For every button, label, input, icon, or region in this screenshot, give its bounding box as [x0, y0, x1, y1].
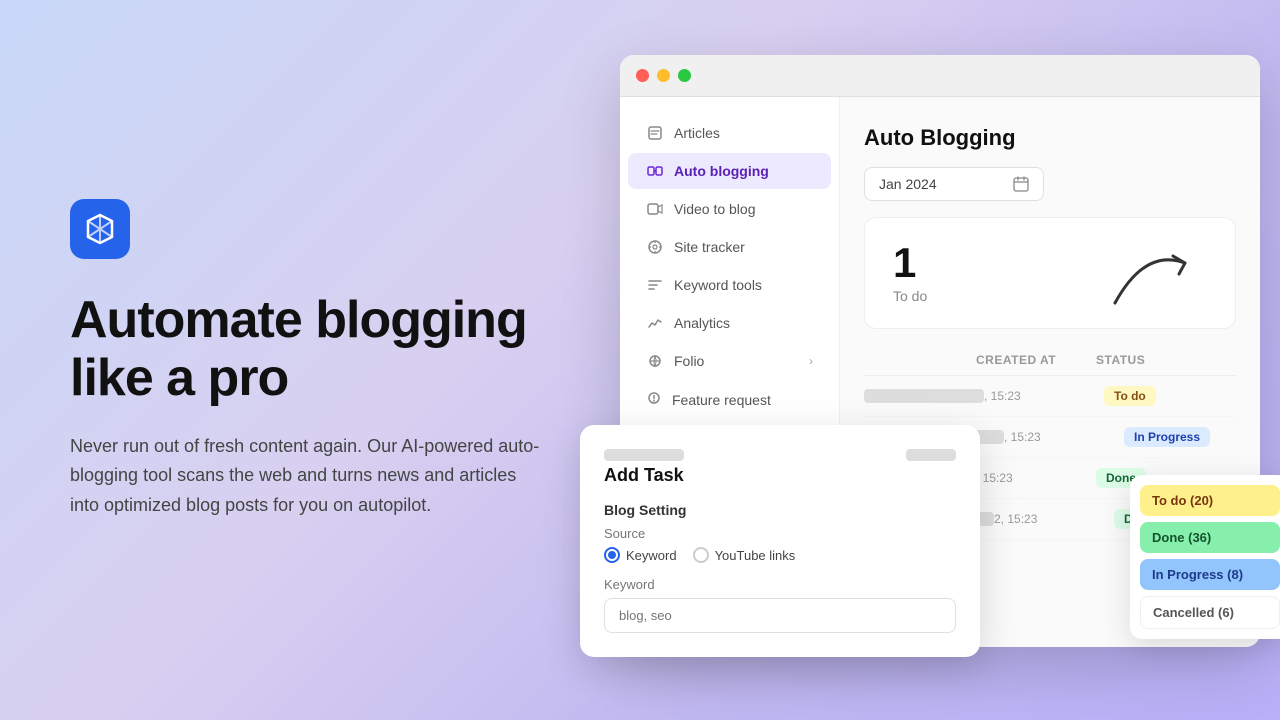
- blog-setting-label: Blog Setting: [604, 502, 956, 518]
- row-created-at: , 15:23: [984, 389, 1104, 403]
- trend-arrow: [1105, 238, 1205, 318]
- articles-icon: [646, 124, 664, 142]
- feature-request-icon: [646, 390, 662, 409]
- sidebar-item-label: Video to blog: [674, 201, 755, 217]
- add-task-title: Add Task: [604, 465, 956, 486]
- sidebar-item-keyword-tools[interactable]: Keyword tools: [628, 267, 831, 303]
- source-label: Source: [604, 526, 956, 541]
- dropdown-label-inprogress: In Progress (8): [1152, 567, 1243, 582]
- sidebar-item-feature-request[interactable]: Feature request: [628, 381, 831, 418]
- dropdown-item-inprogress[interactable]: In Progress (8): [1140, 559, 1280, 590]
- sidebar-item-video-to-blog[interactable]: Video to blog: [628, 191, 831, 227]
- radio-dot-youtube: [693, 547, 709, 563]
- minimize-button[interactable]: [657, 69, 670, 82]
- sidebar-item-label: Keyword tools: [674, 277, 762, 293]
- logo-icon: [82, 211, 118, 247]
- radio-label-youtube: YouTube links: [715, 548, 796, 563]
- close-button[interactable]: [636, 69, 649, 82]
- sidebar-item-label: Auto blogging: [674, 163, 769, 179]
- status-badge: To do: [1104, 386, 1204, 406]
- dropdown-label-todo: To do (20): [1152, 493, 1213, 508]
- analytics-icon: [646, 314, 664, 332]
- row-created-at: , 15:23: [976, 471, 1096, 485]
- sidebar-item-label: Site tracker: [674, 239, 745, 255]
- radio-dot-keyword: [604, 547, 620, 563]
- sidebar-item-analytics[interactable]: Analytics: [628, 305, 831, 341]
- stat-card: 1 To do: [864, 217, 1236, 329]
- page-title: Auto Blogging: [864, 125, 1236, 151]
- calendar-icon: [1013, 176, 1029, 192]
- dropdown-item-done[interactable]: Done (36): [1140, 522, 1280, 553]
- browser-mockup: Articles Auto blogging: [620, 55, 1260, 647]
- app-logo: [70, 199, 130, 259]
- table-header: Created at Status: [864, 345, 1236, 376]
- sidebar-item-folio[interactable]: Folio ›: [628, 343, 831, 379]
- site-tracker-icon: [646, 238, 664, 256]
- radio-youtube[interactable]: YouTube links: [693, 547, 796, 563]
- dropdown-item-todo[interactable]: To do (20): [1140, 485, 1280, 516]
- dropdown-label-done: Done (36): [1152, 530, 1211, 545]
- dropdown-label-cancelled: Cancelled (6): [1153, 605, 1234, 620]
- sidebar-item-site-tracker[interactable]: Site tracker: [628, 229, 831, 265]
- video-icon: [646, 200, 664, 218]
- date-picker[interactable]: Jan 2024: [864, 167, 1044, 201]
- keyword-input[interactable]: [604, 598, 956, 633]
- feature-request-label: Feature request: [672, 392, 771, 408]
- row-created-at: 2, 15:23: [994, 512, 1114, 526]
- keyword-icon: [646, 276, 664, 294]
- auto-blogging-icon: [646, 162, 664, 180]
- keyword-label: Keyword: [604, 577, 956, 592]
- sidebar-item-label: Articles: [674, 125, 720, 141]
- chevron-right-icon: ›: [809, 354, 813, 368]
- sidebar-item-articles[interactable]: Articles: [628, 115, 831, 151]
- source-radio-group: Keyword YouTube links: [604, 547, 956, 563]
- col-created-at: Created at: [976, 353, 1096, 367]
- add-task-panel: Add Task Blog Setting Source Keyword You…: [580, 425, 980, 657]
- sidebar-item-label: Analytics: [674, 315, 730, 331]
- sidebar-item-label: Folio: [674, 353, 704, 369]
- radio-keyword[interactable]: Keyword: [604, 547, 677, 563]
- sidebar-item-auto-blogging[interactable]: Auto blogging: [628, 153, 831, 189]
- table-row: , 15:23 To do: [864, 376, 1236, 417]
- maximize-button[interactable]: [678, 69, 691, 82]
- folio-icon: [646, 352, 664, 370]
- hero-title: Automate blogging like a pro: [70, 291, 560, 407]
- date-picker-value: Jan 2024: [879, 176, 937, 192]
- dropdown-item-cancelled[interactable]: Cancelled (6): [1140, 596, 1280, 629]
- col-status: Status: [1096, 353, 1196, 367]
- status-dropdown: To do (20) Done (36) In Progress (8) Can…: [1130, 475, 1280, 639]
- browser-titlebar: [620, 55, 1260, 97]
- hero-description: Never run out of fresh content again. Ou…: [70, 432, 550, 521]
- right-panel: Articles Auto blogging: [620, 0, 1280, 720]
- left-panel: Automate blogging like a pro Never run o…: [0, 0, 620, 720]
- status-badge: In Progress: [1124, 427, 1224, 447]
- radio-label-keyword: Keyword: [626, 548, 677, 563]
- row-created-at: , 15:23: [1004, 430, 1124, 444]
